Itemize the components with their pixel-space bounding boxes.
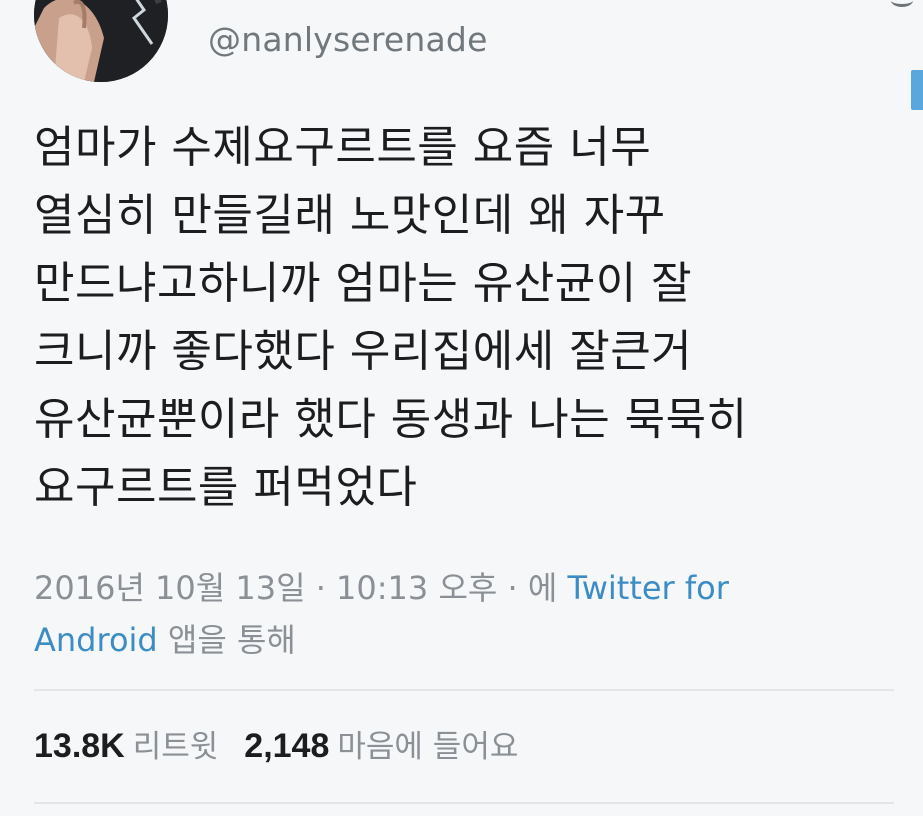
user-handle[interactable]: @nanlyserenade — [208, 20, 488, 59]
likes-label: 마음에 들어요 — [337, 729, 519, 765]
source-link-part1[interactable]: Twitter for — [567, 569, 728, 607]
tweet-meta-row-2: Android 앱을 통해 — [34, 614, 894, 666]
tweet-line: 크니까 좋다했다 우리집에세 잘큰거 — [34, 326, 693, 377]
source-link-part2[interactable]: Android — [34, 621, 158, 659]
likes-count: 2,148 — [244, 727, 330, 765]
tweet-line: 만드냐고하니까 엄마는 유산균이 잘 — [34, 258, 693, 309]
follow-button-edge[interactable] — [911, 70, 923, 110]
divider — [34, 689, 894, 691]
tweet-meta-row-1: 2016년 10월 13일 · 10:13 오후 · 에 Twitter for — [34, 562, 894, 614]
avatar-image — [34, 0, 168, 82]
tweet-text: 엄마가 수제요구르트를 요즘 너무 열심히 만들길래 노맛인데 왜 자꾸 만드냐… — [34, 114, 904, 522]
tweet-line: 요구르트를 퍼먹었다 — [34, 462, 418, 513]
divider — [34, 802, 894, 804]
tweet-stats: 13.8K 리트윗 2,148 마음에 들어요 — [34, 722, 518, 771]
likes-stat[interactable]: 2,148 마음에 들어요 — [244, 727, 519, 765]
tweet-line: 유산균뿐이라 했다 동생과 나는 묵묵히 — [34, 394, 748, 445]
via-suffix: 앱을 통해 — [157, 621, 296, 659]
tweet-meta: 2016년 10월 13일 · 10:13 오후 · 에 Twitter for… — [34, 562, 894, 666]
tweet-datetime: 2016년 10월 13일 · 10:13 오후 · 에 — [34, 569, 568, 607]
retweets-stat[interactable]: 13.8K 리트윗 — [34, 727, 219, 765]
retweets-label: 리트윗 — [132, 729, 219, 765]
tweet-line: 열심히 만들길래 노맛인데 왜 자꾸 — [34, 190, 666, 241]
retweets-count: 13.8K — [34, 727, 125, 765]
avatar[interactable] — [34, 0, 168, 82]
chevron-down-icon[interactable] — [891, 0, 913, 7]
tweet-line: 엄마가 수제요구르트를 요즘 너무 — [34, 122, 652, 173]
